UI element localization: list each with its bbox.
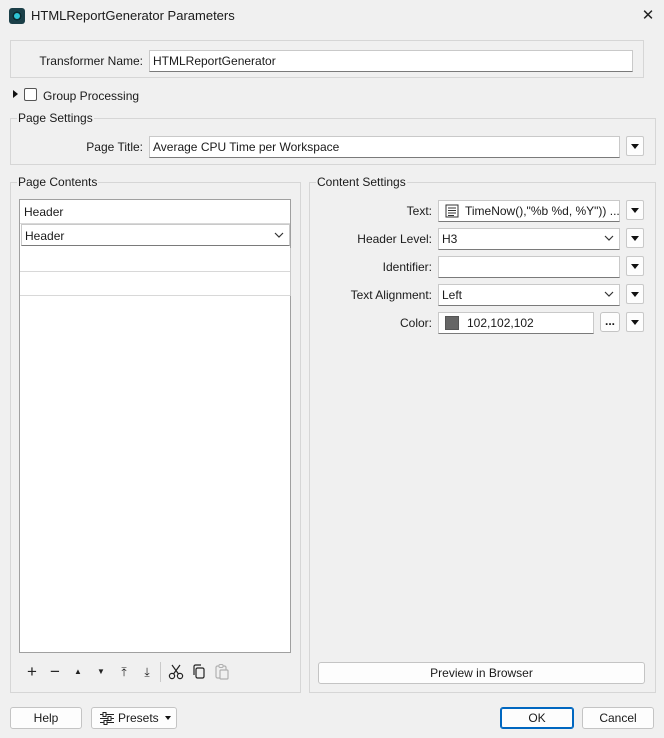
sliders-icon [100, 712, 114, 725]
group-processing-label: Group Processing [43, 89, 140, 103]
content-settings-legend: Content Settings [316, 175, 407, 189]
text-alignment-value: Left [442, 288, 463, 302]
page-contents-legend: Page Contents [17, 175, 99, 189]
header-field-text[interactable]: Header [24, 205, 63, 219]
color-input[interactable]: 102,102,102 [438, 312, 594, 334]
page-settings-legend: Page Settings [17, 111, 94, 125]
expand-arrow-icon[interactable] [13, 90, 18, 98]
identifier-menu-button[interactable] [626, 256, 644, 276]
move-down-icon[interactable]: ▼ [92, 663, 110, 681]
text-menu-button[interactable] [626, 200, 644, 220]
cut-icon[interactable] [167, 663, 185, 681]
title-bar: HTMLReportGenerator Parameters ✕ [0, 0, 664, 32]
page-title-label: Page Title: [86, 140, 143, 154]
window-title: HTMLReportGenerator Parameters [31, 8, 235, 23]
identifier-label: Identifier: [382, 260, 432, 274]
presets-label: Presets [118, 711, 159, 725]
color-menu-button[interactable] [626, 312, 644, 332]
text-alignment-select[interactable]: Left [438, 284, 620, 306]
preview-in-browser-button[interactable]: Preview in Browser [318, 662, 645, 684]
help-button[interactable]: Help [10, 707, 82, 729]
header-level-select[interactable]: H3 [438, 228, 620, 250]
content-type-combo[interactable]: Header [21, 224, 290, 246]
transformer-name-input[interactable]: HTMLReportGenerator [149, 50, 633, 72]
identifier-input[interactable] [438, 256, 620, 278]
color-picker-button[interactable]: ... [600, 312, 620, 332]
page-contents-list[interactable]: Header Header [19, 199, 291, 653]
paste-icon[interactable] [213, 663, 231, 681]
chevron-down-icon [274, 232, 284, 238]
color-swatch[interactable] [445, 316, 459, 330]
move-to-top-icon[interactable]: ⤒ [115, 663, 133, 681]
page-title-input[interactable]: Average CPU Time per Workspace [149, 136, 620, 158]
group-processing-checkbox[interactable] [24, 88, 37, 101]
transformer-name-label: Transformer Name: [39, 54, 143, 68]
add-icon[interactable]: + [23, 663, 41, 681]
header-level-label: Header Level: [357, 232, 432, 246]
text-editor-icon[interactable] [445, 204, 459, 218]
close-icon[interactable]: ✕ [640, 6, 656, 24]
move-to-bottom-icon[interactable]: ⤓ [138, 663, 156, 681]
copy-icon[interactable] [190, 663, 208, 681]
content-type-value: Header [25, 229, 65, 243]
text-label: Text: [406, 204, 432, 218]
chevron-down-icon [604, 235, 614, 241]
presets-button[interactable]: Presets [91, 707, 177, 729]
move-up-icon[interactable]: ▲ [69, 663, 87, 681]
remove-icon[interactable]: − [46, 663, 64, 681]
text-input[interactable]: TimeNow(),"%b %d, %Y")) ... [438, 200, 620, 222]
list-row[interactable] [20, 271, 290, 272]
chevron-down-icon [604, 291, 614, 297]
list-row[interactable] [20, 295, 290, 296]
page-title-menu-button[interactable] [626, 136, 644, 156]
header-level-menu-button[interactable] [626, 228, 644, 248]
ok-button[interactable]: OK [500, 707, 574, 729]
header-level-value: H3 [442, 232, 458, 246]
color-label: Color: [399, 316, 432, 330]
text-alignment-label: Text Alignment: [350, 288, 432, 302]
app-icon [9, 8, 25, 24]
cancel-button[interactable]: Cancel [582, 707, 654, 729]
caret-down-icon [165, 716, 171, 720]
text-alignment-menu-button[interactable] [626, 284, 644, 304]
